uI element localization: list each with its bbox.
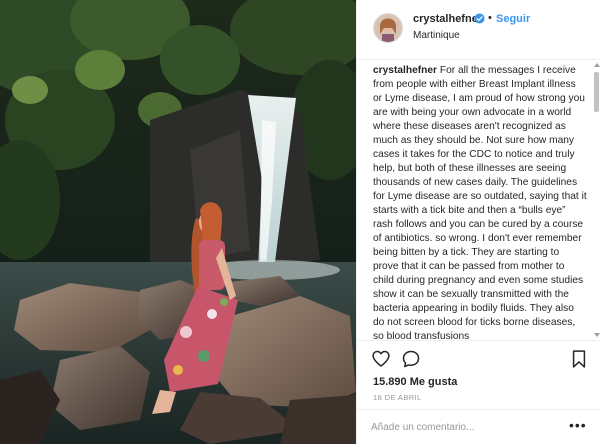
likes-count[interactable]: 15.890 Me gusta (373, 376, 457, 388)
avatar[interactable] (373, 13, 403, 43)
location-link[interactable]: Martinique (413, 30, 460, 41)
post-caption: crystalhefner For all the messages I rec… (373, 64, 587, 340)
header-separator: • (488, 12, 492, 24)
follow-button[interactable]: Seguir (496, 13, 530, 25)
heart-outline-icon[interactable] (371, 349, 391, 369)
comment-input[interactable] (371, 418, 561, 436)
more-options-button[interactable]: ••• (569, 418, 587, 432)
scrollbar-thumb[interactable] (594, 72, 599, 112)
bookmark-icon[interactable] (569, 349, 589, 369)
caption-text: For all the messages I receive from peop… (373, 65, 587, 340)
caption-username[interactable]: crystalhefner (373, 65, 437, 76)
comment-bar: ••• (357, 409, 600, 444)
post-header: crystalhefner • Seguir Martinique (357, 0, 600, 60)
post-date[interactable]: 18 DE ABRIL (373, 393, 422, 402)
caption-scrollbar[interactable] (593, 60, 600, 340)
scroll-down-arrow-icon[interactable] (594, 333, 600, 337)
scroll-up-arrow-icon[interactable] (594, 63, 600, 67)
waterfall-photo-image (0, 0, 356, 444)
instagram-post: crystalhefner • Seguir Martinique crysta… (0, 0, 600, 444)
comment-bubble-icon[interactable] (401, 349, 421, 369)
post-sidebar: crystalhefner • Seguir Martinique crysta… (356, 0, 600, 444)
header-username[interactable]: crystalhefner (413, 13, 482, 25)
verified-badge-icon (474, 13, 485, 24)
avatar-image (374, 14, 402, 42)
post-photo[interactable] (0, 0, 356, 444)
action-bar (357, 340, 600, 372)
